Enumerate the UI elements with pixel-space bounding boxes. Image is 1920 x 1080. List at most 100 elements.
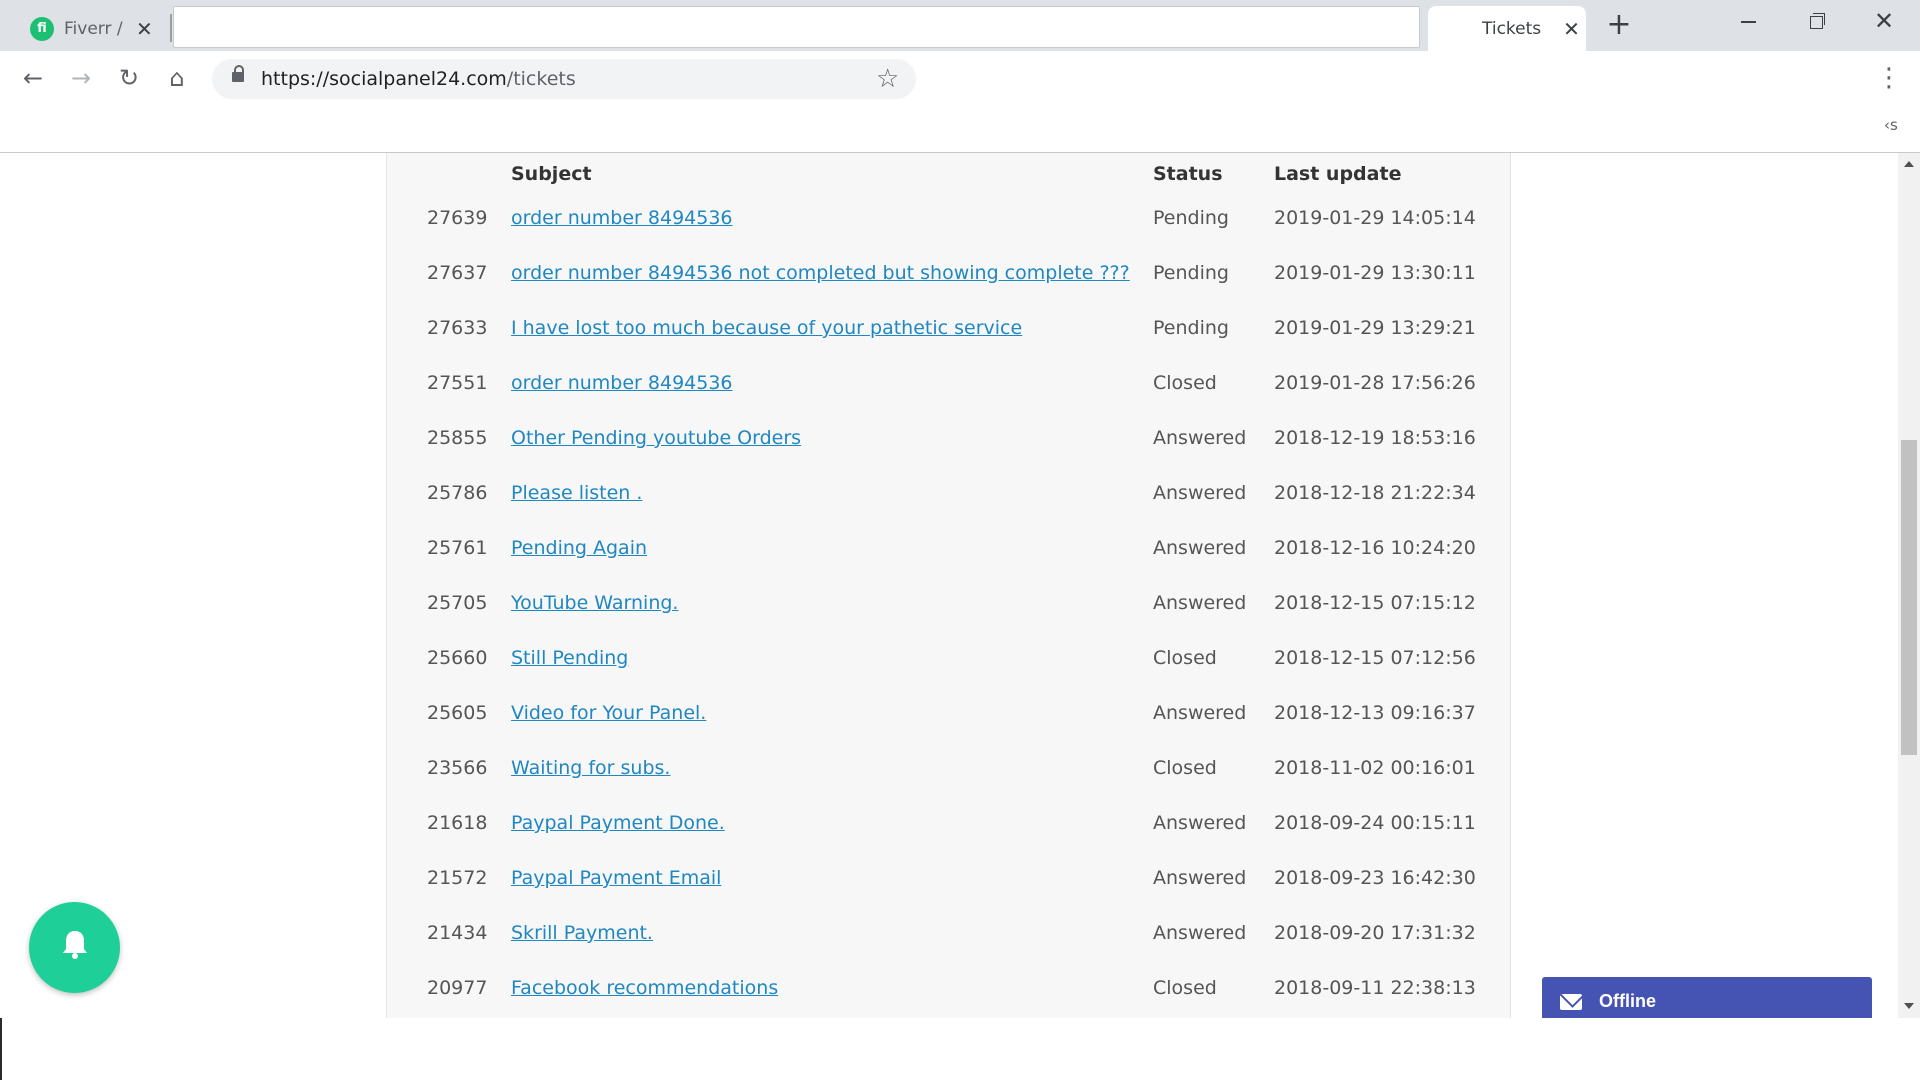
- ticket-status: Closed: [1153, 977, 1217, 999]
- table-row: 21618 Paypal Payment Done. Answered 2018-09…: [387, 802, 1510, 857]
- tab-title: Tickets: [1482, 18, 1542, 39]
- ticket-last-update: 2018-12-15 07:15:12: [1274, 592, 1476, 614]
- ticket-id: 20977: [427, 977, 488, 999]
- ticket-id: 25605: [427, 702, 488, 724]
- ticket-last-update: 2018-11-02 00:16:01: [1274, 757, 1476, 779]
- ticket-id: 27551: [427, 372, 488, 394]
- ticket-last-update: 2018-12-16 10:24:20: [1274, 537, 1476, 559]
- bottom-area: [0, 1018, 1920, 1080]
- restore-button[interactable]: [1796, 8, 1836, 38]
- home-icon[interactable]: ⌂: [162, 63, 192, 93]
- table-row: 25605 Video for Your Panel. Answered 2018-1…: [387, 692, 1510, 747]
- back-arrow-icon[interactable]: ←: [18, 63, 48, 93]
- table-row: 20977 Facebook recommendations Closed 2018-…: [387, 967, 1510, 1018]
- ticket-last-update: 2018-12-18 21:22:34: [1274, 482, 1476, 504]
- table-row: 21434 Skrill Payment. Answered 2018-09-20 1…: [387, 912, 1510, 967]
- ticket-status: Answered: [1153, 592, 1247, 614]
- table-row: 25761 Pending Again Answered 2018-12-16 10:…: [387, 527, 1510, 582]
- ticket-id: 21434: [427, 922, 488, 944]
- ticket-id: 25786: [427, 482, 488, 504]
- browser-menu-icon[interactable]: ⋮: [1876, 63, 1902, 93]
- ticket-id: 25705: [427, 592, 488, 614]
- ticket-status: Closed: [1153, 372, 1217, 394]
- bookmark-star-icon[interactable]: ☆: [876, 64, 899, 94]
- ticket-status: Answered: [1153, 537, 1247, 559]
- ticket-subject-link[interactable]: Video for Your Panel.: [511, 702, 706, 724]
- ticket-status: Answered: [1153, 867, 1247, 889]
- tab-tickets[interactable]: Tickets ✕: [1428, 6, 1586, 51]
- notification-button[interactable]: [29, 902, 120, 993]
- ticket-subject-link[interactable]: Pending Again: [511, 537, 647, 559]
- ticket-subject-link[interactable]: YouTube Warning.: [511, 592, 678, 614]
- url-text[interactable]: https://socialpanel24.com/tickets: [261, 68, 576, 90]
- ticket-subject-link[interactable]: Still Pending: [511, 647, 628, 669]
- header-status: Status: [1153, 163, 1223, 185]
- ticket-id: 25761: [427, 537, 488, 559]
- ticket-last-update: 2018-12-15 07:12:56: [1274, 647, 1476, 669]
- mail-icon: [1560, 994, 1582, 1010]
- ticket-id: 25660: [427, 647, 488, 669]
- offline-label: Offline: [1599, 991, 1656, 1011]
- tab-title: Fiverr /: [64, 18, 123, 39]
- minimize-button[interactable]: [1728, 8, 1768, 38]
- ticket-subject-link[interactable]: Skrill Payment.: [511, 922, 653, 944]
- ticket-status: Closed: [1153, 647, 1217, 669]
- tab-blank[interactable]: [173, 6, 1420, 48]
- table-row: 23566 Waiting for subs. Closed 2018-11-02 0…: [387, 747, 1510, 802]
- ticket-last-update: 2019-01-29 13:29:21: [1274, 317, 1476, 339]
- header-last-update: Last update: [1274, 163, 1402, 185]
- header-subject: Subject: [511, 163, 592, 185]
- ticket-id: 23566: [427, 757, 488, 779]
- table-row: 27639 order number 8494536 Pending 2019-01-…: [387, 197, 1510, 252]
- ticket-subject-link[interactable]: order number 8494536: [511, 372, 733, 394]
- scroll-up-icon[interactable]: [1904, 161, 1914, 167]
- table-row: 25855 Other Pending youtube Orders Answere…: [387, 417, 1510, 472]
- ticket-last-update: 2018-12-13 09:16:37: [1274, 702, 1476, 724]
- reload-icon[interactable]: ↻: [114, 63, 144, 93]
- ticket-subject-link[interactable]: I have lost too much because of your pat…: [511, 317, 1022, 339]
- ticket-status: Answered: [1153, 427, 1247, 449]
- tab-strip: fi Fiverr / ✕ Tickets ✕ + ✕: [0, 0, 1920, 51]
- ticket-status: Answered: [1153, 922, 1247, 944]
- tab-fiverr[interactable]: fi Fiverr / ✕: [16, 6, 164, 51]
- close-window-button[interactable]: ✕: [1864, 8, 1904, 38]
- scrollbar-thumb[interactable]: [1901, 440, 1917, 755]
- ticket-id: 21618: [427, 812, 488, 834]
- ticket-last-update: 2018-09-23 16:42:30: [1274, 867, 1476, 889]
- ticket-status: Pending: [1153, 207, 1229, 229]
- chat-offline-widget[interactable]: Offline: [1542, 977, 1872, 1018]
- forward-arrow-icon[interactable]: →: [66, 63, 96, 93]
- ticket-subject-link[interactable]: Paypal Payment Done.: [511, 812, 725, 834]
- close-tab-icon[interactable]: ✕: [1563, 17, 1580, 41]
- ticket-subject-link[interactable]: Other Pending youtube Orders: [511, 427, 801, 449]
- ticket-id: 21572: [427, 867, 488, 889]
- ticket-subject-link[interactable]: Please listen .: [511, 482, 642, 504]
- fiverr-favicon-icon: fi: [30, 16, 54, 41]
- ticket-status: Pending: [1153, 262, 1229, 284]
- table-row: 27551 order number 8494536 Closed 2019-01-2…: [387, 362, 1510, 417]
- browser-toolbar: ← → ↻ ⌂ https://socialpanel24.com/ticket…: [0, 51, 1920, 104]
- bell-icon: [63, 931, 87, 959]
- bookmarks-overflow[interactable]: ‹s: [1884, 116, 1898, 134]
- tab-divider: [170, 14, 172, 42]
- ticket-id: 27633: [427, 317, 488, 339]
- ticket-subject-link[interactable]: Facebook recommendations: [511, 977, 778, 999]
- ticket-subject-link[interactable]: order number 8494536 not completed but s…: [511, 262, 1130, 284]
- ticket-subject-link[interactable]: Waiting for subs.: [511, 757, 670, 779]
- bookmarks-bar: ‹s: [0, 104, 1920, 153]
- ticket-last-update: 2018-09-11 22:38:13: [1274, 977, 1476, 999]
- scroll-down-icon[interactable]: [1904, 1003, 1914, 1009]
- ticket-status: Pending: [1153, 317, 1229, 339]
- address-bar[interactable]: https://socialpanel24.com/tickets ☆: [212, 59, 916, 99]
- page-scrollbar[interactable]: [1898, 153, 1920, 1018]
- ticket-last-update: 2019-01-28 17:56:26: [1274, 372, 1476, 394]
- close-tab-icon[interactable]: ✕: [136, 17, 153, 41]
- ticket-subject-link[interactable]: Paypal Payment Email: [511, 867, 721, 889]
- table-row: 25786 Please listen . Answered 2018-12-18 2…: [387, 472, 1510, 527]
- new-tab-button[interactable]: +: [1602, 8, 1636, 42]
- ticket-subject-link[interactable]: order number 8494536: [511, 207, 733, 229]
- ticket-last-update: 2018-12-19 18:53:16: [1274, 427, 1476, 449]
- table-row: 21572 Paypal Payment Email Answered 2018-09…: [387, 857, 1510, 912]
- ticket-last-update: 2019-01-29 14:05:14: [1274, 207, 1476, 229]
- page-viewport: Subject Status Last update 27639 order nu…: [0, 153, 1898, 1018]
